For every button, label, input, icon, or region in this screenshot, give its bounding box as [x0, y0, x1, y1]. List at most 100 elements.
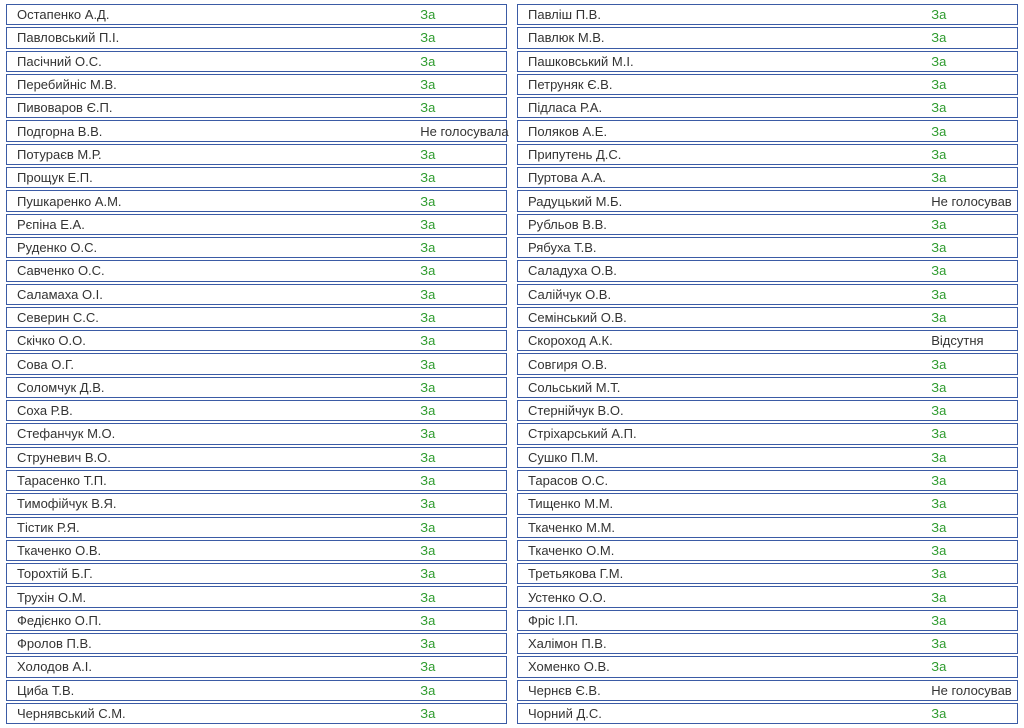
deputy-name: Ткаченко М.М. [518, 520, 927, 535]
vote-value: За [927, 426, 1017, 441]
vote-value: За [927, 287, 1017, 302]
deputy-name: Остапенко А.Д. [7, 7, 416, 22]
vote-row: Ткаченко М.М.За [517, 517, 1018, 538]
vote-value: За [927, 310, 1017, 325]
vote-row: Чорний Д.С.За [517, 703, 1018, 724]
vote-value: За [416, 287, 506, 302]
deputy-name: Пашковський М.І. [518, 54, 927, 69]
vote-row: Тищенко М.М.За [517, 493, 1018, 514]
vote-value: За [416, 520, 506, 535]
vote-value: За [416, 706, 506, 721]
deputy-name: Трухін О.М. [7, 590, 416, 605]
vote-row: Сова О.Г.За [6, 353, 507, 374]
deputy-name: Припутень Д.С. [518, 147, 927, 162]
vote-value: За [416, 613, 506, 628]
vote-row: Саламаха О.І.За [6, 284, 507, 305]
vote-row: Тістик Р.Я.За [6, 517, 507, 538]
vote-value: За [416, 54, 506, 69]
vote-row: Сушко П.М.За [517, 447, 1018, 468]
deputy-name: Скороход А.К. [518, 333, 927, 348]
deputy-name: Холодов А.І. [7, 659, 416, 674]
deputy-name: Перебийніс М.В. [7, 77, 416, 92]
vote-row: Пасічний О.С.За [6, 51, 507, 72]
vote-value: Не голосував [927, 194, 1017, 209]
vote-row: Петруняк Є.В.За [517, 74, 1018, 95]
deputy-name: Поляков А.Е. [518, 124, 927, 139]
vote-value: За [927, 496, 1017, 511]
vote-value: За [416, 170, 506, 185]
vote-value: За [416, 496, 506, 511]
vote-row: Остапенко А.Д.За [6, 4, 507, 25]
deputy-name: Рєпіна Е.А. [7, 217, 416, 232]
vote-row: Прощук Е.П.За [6, 167, 507, 188]
vote-value: За [416, 7, 506, 22]
deputy-name: Пуртова А.А. [518, 170, 927, 185]
deputy-name: Рябуха Т.В. [518, 240, 927, 255]
vote-row: Скічко О.О.За [6, 330, 507, 351]
vote-row: Северин С.С.За [6, 307, 507, 328]
deputy-name: Прощук Е.П. [7, 170, 416, 185]
vote-value: За [927, 543, 1017, 558]
vote-row: Третьякова Г.М.За [517, 563, 1018, 584]
vote-value: За [927, 147, 1017, 162]
deputy-name: Тарасов О.С. [518, 473, 927, 488]
deputy-name: Совгиря О.В. [518, 357, 927, 372]
deputy-name: Руденко О.С. [7, 240, 416, 255]
right-column: Павліш П.В.ЗаПавлюк М.В.ЗаПашковський М.… [517, 4, 1018, 724]
vote-row: Стріхарський А.П.За [517, 423, 1018, 444]
vote-value: За [416, 194, 506, 209]
vote-value: За [416, 147, 506, 162]
deputy-name: Стернійчук В.О. [518, 403, 927, 418]
deputy-name: Савченко О.С. [7, 263, 416, 278]
vote-value: За [416, 426, 506, 441]
deputy-name: Пивоваров Є.П. [7, 100, 416, 115]
vote-row: Пуртова А.А.За [517, 167, 1018, 188]
vote-value: Не голосував [927, 683, 1017, 698]
deputy-name: Фріс І.П. [518, 613, 927, 628]
vote-row: Перебийніс М.В.За [6, 74, 507, 95]
vote-value: За [416, 263, 506, 278]
deputy-name: Тарасенко Т.П. [7, 473, 416, 488]
deputy-name: Чернєв Є.В. [518, 683, 927, 698]
vote-row: Устенко О.О.За [517, 586, 1018, 607]
vote-row: Циба Т.В.За [6, 680, 507, 701]
vote-value: За [416, 357, 506, 372]
deputy-name: Подгорна В.В. [7, 124, 416, 139]
vote-row: Рубльов В.В.За [517, 214, 1018, 235]
deputy-name: Потураєв М.Р. [7, 147, 416, 162]
vote-row: Пашковський М.І.За [517, 51, 1018, 72]
vote-row: Стернійчук В.О.За [517, 400, 1018, 421]
vote-row: Павловський П.І.За [6, 27, 507, 48]
deputy-name: Ткаченко О.М. [518, 543, 927, 558]
deputy-name: Пушкаренко А.М. [7, 194, 416, 209]
vote-value: За [927, 54, 1017, 69]
deputy-name: Скічко О.О. [7, 333, 416, 348]
deputy-name: Тищенко М.М. [518, 496, 927, 511]
vote-value: За [927, 7, 1017, 22]
vote-row: Павлюк М.В.За [517, 27, 1018, 48]
vote-row: Трухін О.М.За [6, 586, 507, 607]
deputy-name: Стріхарський А.П. [518, 426, 927, 441]
vote-value: За [927, 590, 1017, 605]
vote-row: Тарасенко Т.П.За [6, 470, 507, 491]
deputy-name: Салійчук О.В. [518, 287, 927, 302]
vote-value: За [416, 100, 506, 115]
vote-row: Підласа Р.А.За [517, 97, 1018, 118]
vote-row: Холодов А.І.За [6, 656, 507, 677]
vote-row: Чернєв Є.В.Не голосував [517, 680, 1018, 701]
vote-row: Струневич В.О.За [6, 447, 507, 468]
deputy-name: Рубльов В.В. [518, 217, 927, 232]
vote-value: За [416, 380, 506, 395]
vote-row: Радуцький М.Б.Не голосував [517, 190, 1018, 211]
vote-row: Руденко О.С.За [6, 237, 507, 258]
vote-row: Поляков А.Е.За [517, 120, 1018, 141]
vote-value: За [416, 333, 506, 348]
vote-value: За [416, 240, 506, 255]
vote-value: За [927, 636, 1017, 651]
vote-row: Подгорна В.В.Не голосувала [6, 120, 507, 141]
deputy-name: Циба Т.В. [7, 683, 416, 698]
deputy-name: Федієнко О.П. [7, 613, 416, 628]
deputy-name: Чорний Д.С. [518, 706, 927, 721]
vote-value: За [927, 240, 1017, 255]
deputy-name: Хоменко О.В. [518, 659, 927, 674]
